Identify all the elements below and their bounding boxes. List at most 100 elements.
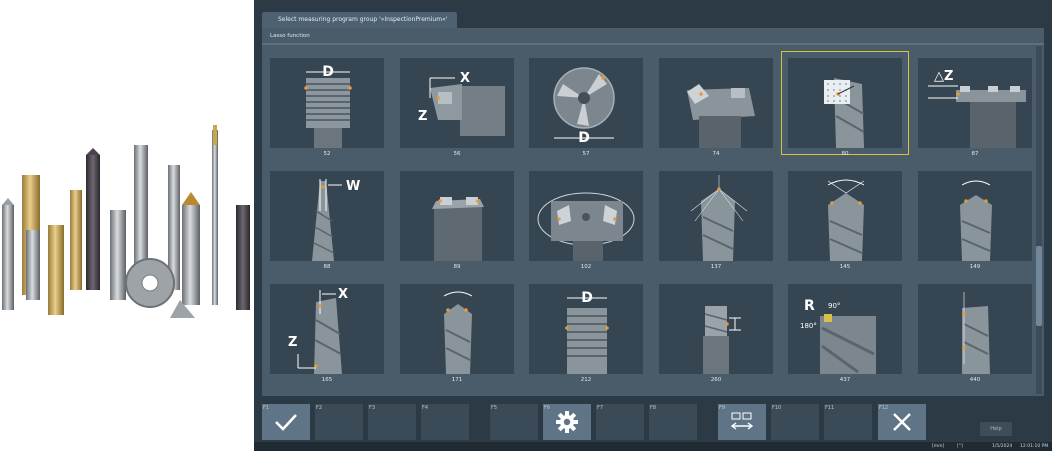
- end-mill-radius-R-icon: R 90° 180°: [800, 298, 876, 374]
- svg-text:W: W: [346, 179, 360, 194]
- drill-line-marks-icon: [962, 292, 990, 374]
- drill-XZ-icon: X Z: [288, 287, 348, 374]
- section-label: Lasso function: [270, 33, 310, 39]
- program-tile-102[interactable]: 102: [529, 171, 643, 270]
- tools-photo: [0, 0, 254, 451]
- program-number: 57: [582, 151, 590, 157]
- program-number: 171: [451, 377, 463, 383]
- status-date: 1/5/2024: [992, 444, 1013, 449]
- program-number: 56: [453, 151, 461, 157]
- program-number: 440: [969, 377, 981, 383]
- program-tile-149[interactable]: 149: [918, 171, 1032, 270]
- program-tile-145[interactable]: 145: [788, 171, 902, 270]
- close-icon: [893, 413, 911, 431]
- program-tile-137[interactable]: 137: [659, 171, 773, 270]
- fkey-label: F4: [422, 405, 429, 411]
- switch-view-icon: [730, 412, 754, 430]
- insert-holder-XZ-icon: X Z: [418, 71, 505, 136]
- svg-text:90°: 90°: [828, 302, 840, 310]
- drill-point-angle-small-icon: [960, 180, 992, 261]
- three-flute-cutter-D-icon: D: [553, 67, 615, 146]
- fkey-f10[interactable]: F10: [771, 404, 819, 440]
- program-number: 145: [839, 264, 851, 270]
- angle-unit-indicator: [°]: [957, 444, 963, 449]
- fkey-f5[interactable]: F5: [490, 404, 538, 440]
- program-number: 137: [710, 264, 722, 270]
- program-tile-437[interactable]: R 90° 180° 437: [788, 284, 902, 383]
- function-key-bar: F1 F2 F3 F4 F5 F6 F7 F8 F9 F10 F11 F12 H…: [254, 400, 1052, 442]
- program-number: 80: [841, 151, 849, 157]
- fkey-label: F5: [491, 405, 498, 411]
- program-tile-260[interactable]: 260: [659, 284, 773, 383]
- fkey-f3[interactable]: F3: [368, 404, 416, 440]
- window-tab[interactable]: Select measuring program group '»Inspect…: [262, 12, 457, 28]
- fkey-f9-switch-view[interactable]: F9: [718, 404, 766, 440]
- tapered-drill-W-icon: W: [312, 179, 360, 261]
- svg-text:△Z: △Z: [934, 69, 953, 84]
- program-grid: D 52 X Z 56 D 57 74 80 △Z 87 W 88 89 102…: [270, 51, 1034, 388]
- fkey-f1-confirm[interactable]: F1: [262, 404, 310, 440]
- program-tile-212[interactable]: D 212: [529, 284, 643, 383]
- status-bar: [mm] [°] 1/5/2024 12:01:10 PM: [254, 442, 1052, 451]
- program-tile-57[interactable]: D 57: [529, 58, 643, 157]
- program-number: 437: [839, 377, 851, 383]
- face-mill-deltaZ-icon: △Z: [928, 69, 1026, 148]
- square-insert-cutter-icon: [687, 84, 755, 148]
- svg-text:Z: Z: [288, 335, 297, 350]
- program-number: 87: [971, 151, 979, 157]
- drill-point-angle-icon: [827, 179, 865, 261]
- fkey-f4[interactable]: F4: [421, 404, 469, 440]
- svg-text:R: R: [804, 298, 815, 314]
- drill-tip-angle-lines-icon: [690, 175, 748, 261]
- fkey-f2[interactable]: F2: [315, 404, 363, 440]
- program-number: 74: [712, 151, 720, 157]
- help-button[interactable]: Help: [980, 422, 1012, 436]
- fkey-label: F3: [369, 405, 376, 411]
- fkey-label: F8: [650, 405, 657, 411]
- program-tile-165[interactable]: X Z 165: [270, 284, 384, 383]
- program-number: 89: [453, 264, 461, 270]
- fkey-f7[interactable]: F7: [596, 404, 644, 440]
- program-tile-74[interactable]: 74: [659, 58, 773, 157]
- status-time: 12:01:10 PM: [1020, 444, 1049, 449]
- thread-mill-D-icon: D: [565, 290, 609, 374]
- program-number: 165: [321, 377, 333, 383]
- program-number: 212: [580, 377, 592, 383]
- indexable-cutter-rotation-icon: [537, 192, 635, 261]
- program-tile-440[interactable]: 440: [918, 284, 1032, 383]
- scrollbar-thumb[interactable]: [1036, 246, 1042, 326]
- svg-text:X: X: [338, 287, 348, 302]
- svg-text:X: X: [460, 71, 470, 86]
- checkmark-icon: [275, 414, 297, 431]
- fkey-f8[interactable]: F8: [649, 404, 697, 440]
- measuring-program-window: Select measuring program group '»Inspect…: [254, 0, 1052, 451]
- end-mill-cylinder-icon: [432, 197, 484, 261]
- program-tile-171[interactable]: 171: [400, 284, 514, 383]
- fkey-label: F11: [825, 405, 835, 411]
- program-number: 52: [323, 151, 331, 157]
- fkey-label: F7: [597, 405, 604, 411]
- unit-indicator: [mm]: [932, 444, 945, 449]
- program-number: 260: [710, 377, 722, 383]
- fkey-label: F2: [316, 405, 323, 411]
- svg-text:180°: 180°: [800, 322, 817, 330]
- program-tile-88[interactable]: W 88: [270, 171, 384, 270]
- program-tile-52[interactable]: D 52: [270, 58, 384, 157]
- vertical-scrollbar[interactable]: [1036, 46, 1042, 394]
- program-tile-89[interactable]: 89: [400, 171, 514, 270]
- program-tile-87[interactable]: △Z 87: [918, 58, 1032, 157]
- drill-angle-mark-icon: [443, 291, 473, 374]
- program-tile-56[interactable]: X Z 56: [400, 58, 514, 157]
- section-divider: [262, 43, 1044, 45]
- fkey-f12-cancel[interactable]: F12: [878, 404, 926, 440]
- screen: Select measuring program group '»Inspect…: [0, 0, 1052, 451]
- program-tile-80[interactable]: 80: [781, 51, 909, 157]
- drill-grid-lasso-icon: [824, 78, 865, 148]
- program-group-panel: Lasso function D 52 X Z 56 D 57 74 80 △Z…: [262, 28, 1044, 396]
- program-number: 149: [969, 264, 981, 270]
- fkey-f6-settings[interactable]: F6: [543, 404, 591, 440]
- fkey-f11[interactable]: F11: [824, 404, 872, 440]
- svg-text:D: D: [322, 64, 334, 80]
- fkey-label: F10: [772, 405, 782, 411]
- step-tool-icon: [703, 306, 741, 374]
